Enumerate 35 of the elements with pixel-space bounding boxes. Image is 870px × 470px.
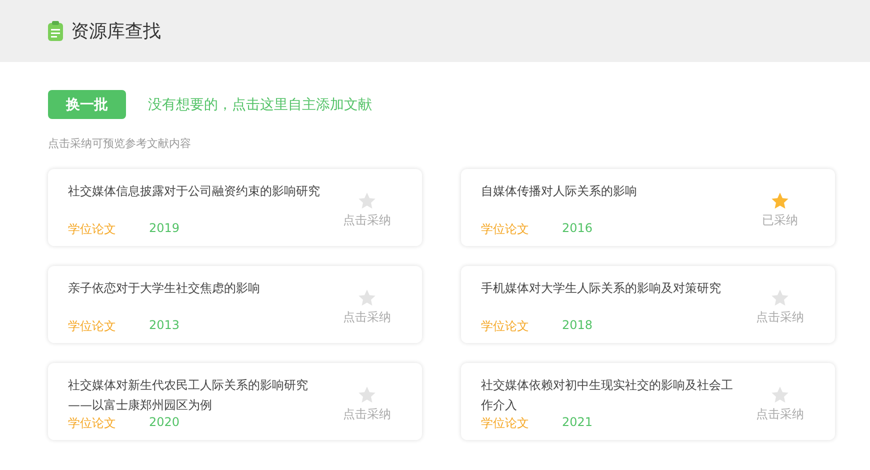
paper-type: 学位论文	[481, 318, 529, 335]
adopt-button[interactable]: 点击采纳	[343, 406, 391, 422]
paper-title: 社交媒体信息披露对于公司融资约束的影响研究	[68, 183, 321, 200]
paper-year: 2018	[562, 318, 593, 334]
star-icon[interactable]	[770, 288, 790, 308]
paper-title: 自媒体传播对人际关系的影响	[481, 183, 638, 200]
paper-type: 学位论文	[481, 415, 529, 432]
paper-title: 社交媒体依赖对初中生现实社交的影响及社会工作介入	[481, 377, 734, 414]
paper-year: 2020	[149, 415, 180, 431]
adopt-button[interactable]: 点击采纳	[756, 308, 804, 326]
star-icon[interactable]	[357, 384, 377, 404]
paper-year: 2013	[149, 318, 180, 334]
adopt-button[interactable]: 点击采纳	[343, 212, 391, 228]
paper-type: 学位论文	[68, 318, 116, 335]
adopt-button[interactable]: 点击采纳	[756, 406, 804, 422]
clipboard-icon	[48, 21, 63, 41]
star-icon[interactable]	[770, 384, 790, 404]
refresh-button[interactable]: 换一批	[48, 90, 126, 119]
paper-year: 2021	[562, 415, 593, 431]
paper-title: 社交媒体对新生代农民工人际关系的影响研究——以富士康郑州园区为例	[68, 377, 309, 414]
add-literature-link[interactable]: 没有想要的，点击这里自主添加文献	[148, 96, 372, 114]
star-icon[interactable]	[357, 190, 377, 210]
adopt-button[interactable]: 已采纳	[762, 212, 798, 228]
hint-text: 点击采纳可预览参考文献内容	[47, 136, 192, 151]
paper-year: 2019	[149, 221, 180, 237]
adopt-button[interactable]: 点击采纳	[343, 308, 391, 326]
paper-title: 手机媒体对大学生人际关系的影响及对策研究	[481, 280, 722, 297]
paper-type: 学位论文	[68, 415, 116, 432]
paper-title: 亲子依恋对于大学生社交焦虑的影响	[68, 280, 261, 297]
paper-year: 2016	[562, 221, 593, 237]
paper-type: 学位论文	[481, 221, 529, 238]
star-icon[interactable]	[770, 190, 790, 210]
paper-type: 学位论文	[68, 221, 116, 238]
page-title: 资源库查找	[71, 20, 161, 43]
star-icon[interactable]	[357, 288, 377, 308]
